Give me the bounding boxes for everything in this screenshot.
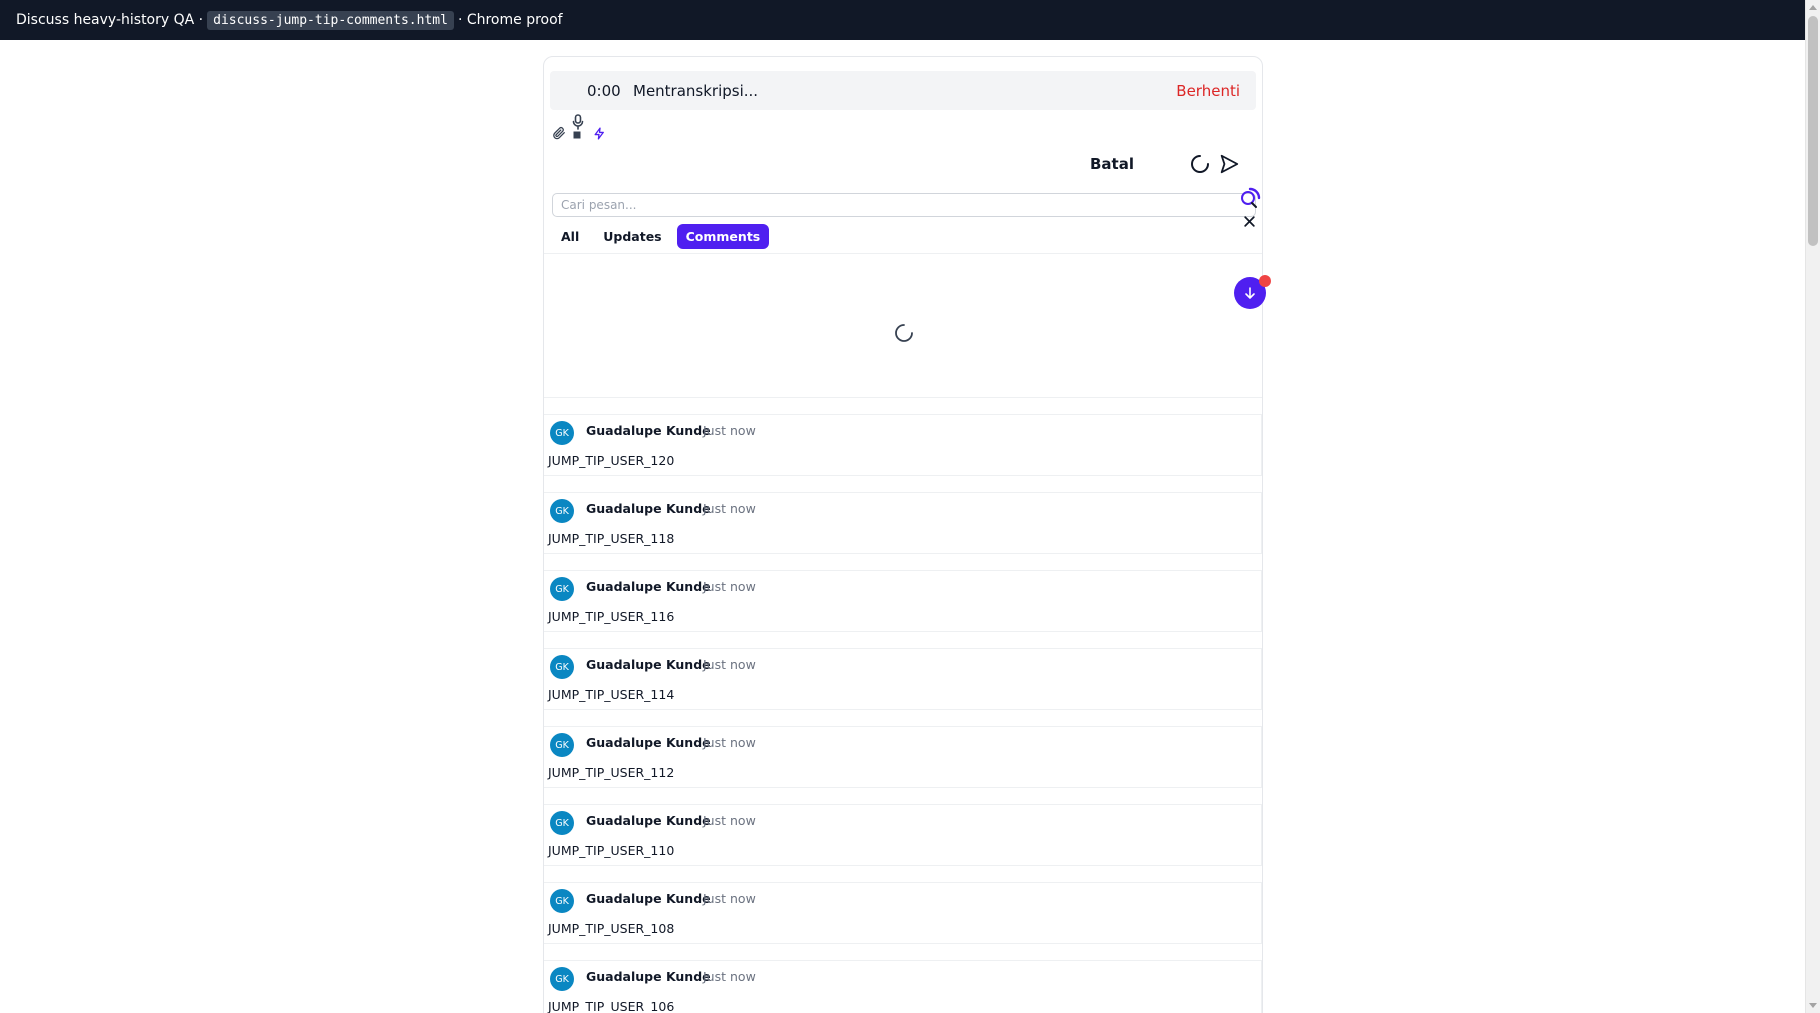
message-time: Just now [703,657,756,672]
message-body: JUMP_TIP_USER_116 [548,609,675,624]
avatar: GK [550,967,574,991]
message-filter-tabs: All Updates Comments [552,223,775,249]
stop-recording-button[interactable]: Berhenti [1176,82,1240,100]
avatar: GK [550,499,574,523]
stop-square-icon[interactable] [573,131,581,139]
message-time: Just now [703,579,756,594]
page-title-suffix: · Chrome proof [457,12,563,28]
message-author: Guadalupe Kunde [586,735,711,750]
tab-all[interactable]: All [552,224,588,249]
cancel-button[interactable]: Batal [1090,155,1134,173]
message-time: Just now [703,735,756,750]
lightning-icon[interactable] [593,126,606,141]
search-input[interactable] [553,194,1255,216]
message-item: GK Guadalupe Kunde Just now JUMP_TIP_USE… [544,804,1262,866]
composer-toolbar [552,112,632,148]
attachment-icon[interactable] [552,126,566,140]
message-item: GK Guadalupe Kunde Just now JUMP_TIP_USE… [544,882,1262,944]
message-body: JUMP_TIP_USER_114 [548,687,675,702]
message-time: Just now [703,891,756,906]
message-body: JUMP_TIP_USER_120 [548,453,675,468]
discuss-panel: 0:00 Mentranskripsi... Berhenti Batal Ca… [543,56,1271,1013]
scroll-up-icon[interactable] [1809,5,1817,10]
message-item: GK Guadalupe Kunde Just now JUMP_TIP_USE… [544,726,1262,788]
unread-indicator-dot [1259,275,1271,287]
file-name-badge: discuss-jump-tip-comments.html [207,10,454,30]
voice-recorder-bar: 0:00 Mentranskripsi... Berhenti [550,71,1256,110]
avatar: GK [550,889,574,913]
history-loading-area [544,254,1262,400]
search-bar [552,193,1256,217]
tab-comments[interactable]: Comments [676,223,770,249]
tab-updates[interactable]: Updates [594,224,670,249]
avatar: GK [550,733,574,757]
message-time: Just now [703,423,756,438]
avatar: GK [550,421,574,445]
page-title: Discuss heavy-history QA · [16,12,204,28]
loading-spinner-icon [1190,154,1210,174]
message-author: Guadalupe Kunde [586,891,711,906]
message-body: JUMP_TIP_USER_112 [548,765,675,780]
message-author: Guadalupe Kunde [586,501,711,516]
page-scrollbar[interactable] [1805,0,1820,1013]
microphone-icon[interactable] [572,114,584,130]
transcribing-status: Mentranskripsi... [633,81,759,100]
message-time: Just now [703,969,756,984]
message-body: JUMP_TIP_USER_106 [548,999,675,1013]
avatar: GK [550,655,574,679]
avatar: GK [550,811,574,835]
message-time: Just now [703,501,756,516]
message-body: JUMP_TIP_USER_108 [548,921,675,936]
message-author: Guadalupe Kunde [586,423,711,438]
top-bar: Discuss heavy-history QA · discuss-jump-… [0,0,1805,40]
send-icon[interactable] [1218,153,1240,175]
message-body: JUMP_TIP_USER_110 [548,843,675,858]
scroll-down-icon[interactable] [1809,1003,1817,1008]
message-time: Just now [703,813,756,828]
history-divider [544,397,1262,398]
message-author: Guadalupe Kunde [586,657,711,672]
message-author: Guadalupe Kunde [586,579,711,594]
avatar: GK [550,577,574,601]
close-icon[interactable] [1243,215,1256,228]
message-item: GK Guadalupe Kunde Just now JUMP_TIP_USE… [544,414,1262,476]
message-item: GK Guadalupe Kunde Just now JUMP_TIP_USE… [544,570,1262,632]
arrow-down-icon [1245,287,1255,299]
message-item: GK Guadalupe Kunde Just now JUMP_TIP_USE… [544,960,1262,1013]
message-list: GK Guadalupe Kunde Just now JUMP_TIP_USE… [544,414,1262,1013]
recording-time: 0:00 [587,81,621,100]
scrollbar-thumb[interactable] [1808,16,1818,246]
history-loading-spinner-icon [894,323,914,343]
message-author: Guadalupe Kunde [586,813,711,828]
message-body: JUMP_TIP_USER_118 [548,531,675,546]
search-loading-icon [1238,186,1262,210]
message-item: GK Guadalupe Kunde Just now JUMP_TIP_USE… [544,648,1262,710]
message-item: GK Guadalupe Kunde Just now JUMP_TIP_USE… [544,492,1262,554]
message-author: Guadalupe Kunde [586,969,711,984]
